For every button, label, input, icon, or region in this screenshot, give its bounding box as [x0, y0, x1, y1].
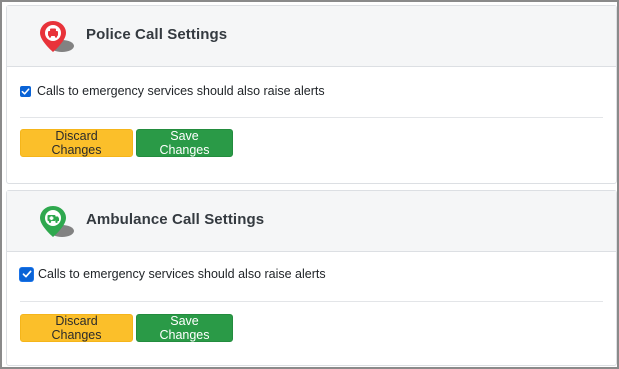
discard-changes-button[interactable]: Discard Changes: [20, 314, 133, 342]
ambulance-call-settings-card: Ambulance Call Settings Calls to emergen…: [6, 190, 617, 366]
save-changes-button[interactable]: Save Changes: [136, 129, 233, 157]
checkmark-icon: [22, 270, 31, 278]
raise-alerts-checkbox-row[interactable]: Calls to emergency services should also …: [20, 84, 325, 98]
save-changes-button[interactable]: Save Changes: [136, 314, 233, 342]
raise-alerts-label: Calls to emergency services should also …: [38, 267, 326, 281]
divider: [20, 301, 603, 302]
divider: [20, 117, 603, 118]
button-row: Discard Changes Save Changes: [20, 129, 233, 157]
button-row: Discard Changes Save Changes: [20, 314, 233, 342]
page-title: Ambulance Call Settings: [86, 211, 265, 228]
checkmark-icon: [21, 87, 30, 95]
raise-alerts-checkbox[interactable]: [20, 85, 31, 97]
card-header: Police Call Settings: [7, 6, 616, 67]
raise-alerts-label: Calls to emergency services should also …: [37, 84, 325, 98]
card-header: Ambulance Call Settings: [7, 191, 616, 252]
page-title: Police Call Settings: [86, 26, 228, 43]
settings-panel: Police Call Settings Calls to emergency …: [0, 0, 619, 369]
ambulance-call-icon: [40, 206, 74, 237]
police-call-icon: [40, 21, 74, 52]
raise-alerts-checkbox[interactable]: [20, 267, 33, 281]
raise-alerts-checkbox-row[interactable]: Calls to emergency services should also …: [20, 267, 326, 281]
police-call-settings-card: Police Call Settings Calls to emergency …: [6, 5, 617, 184]
discard-changes-button[interactable]: Discard Changes: [20, 129, 133, 157]
